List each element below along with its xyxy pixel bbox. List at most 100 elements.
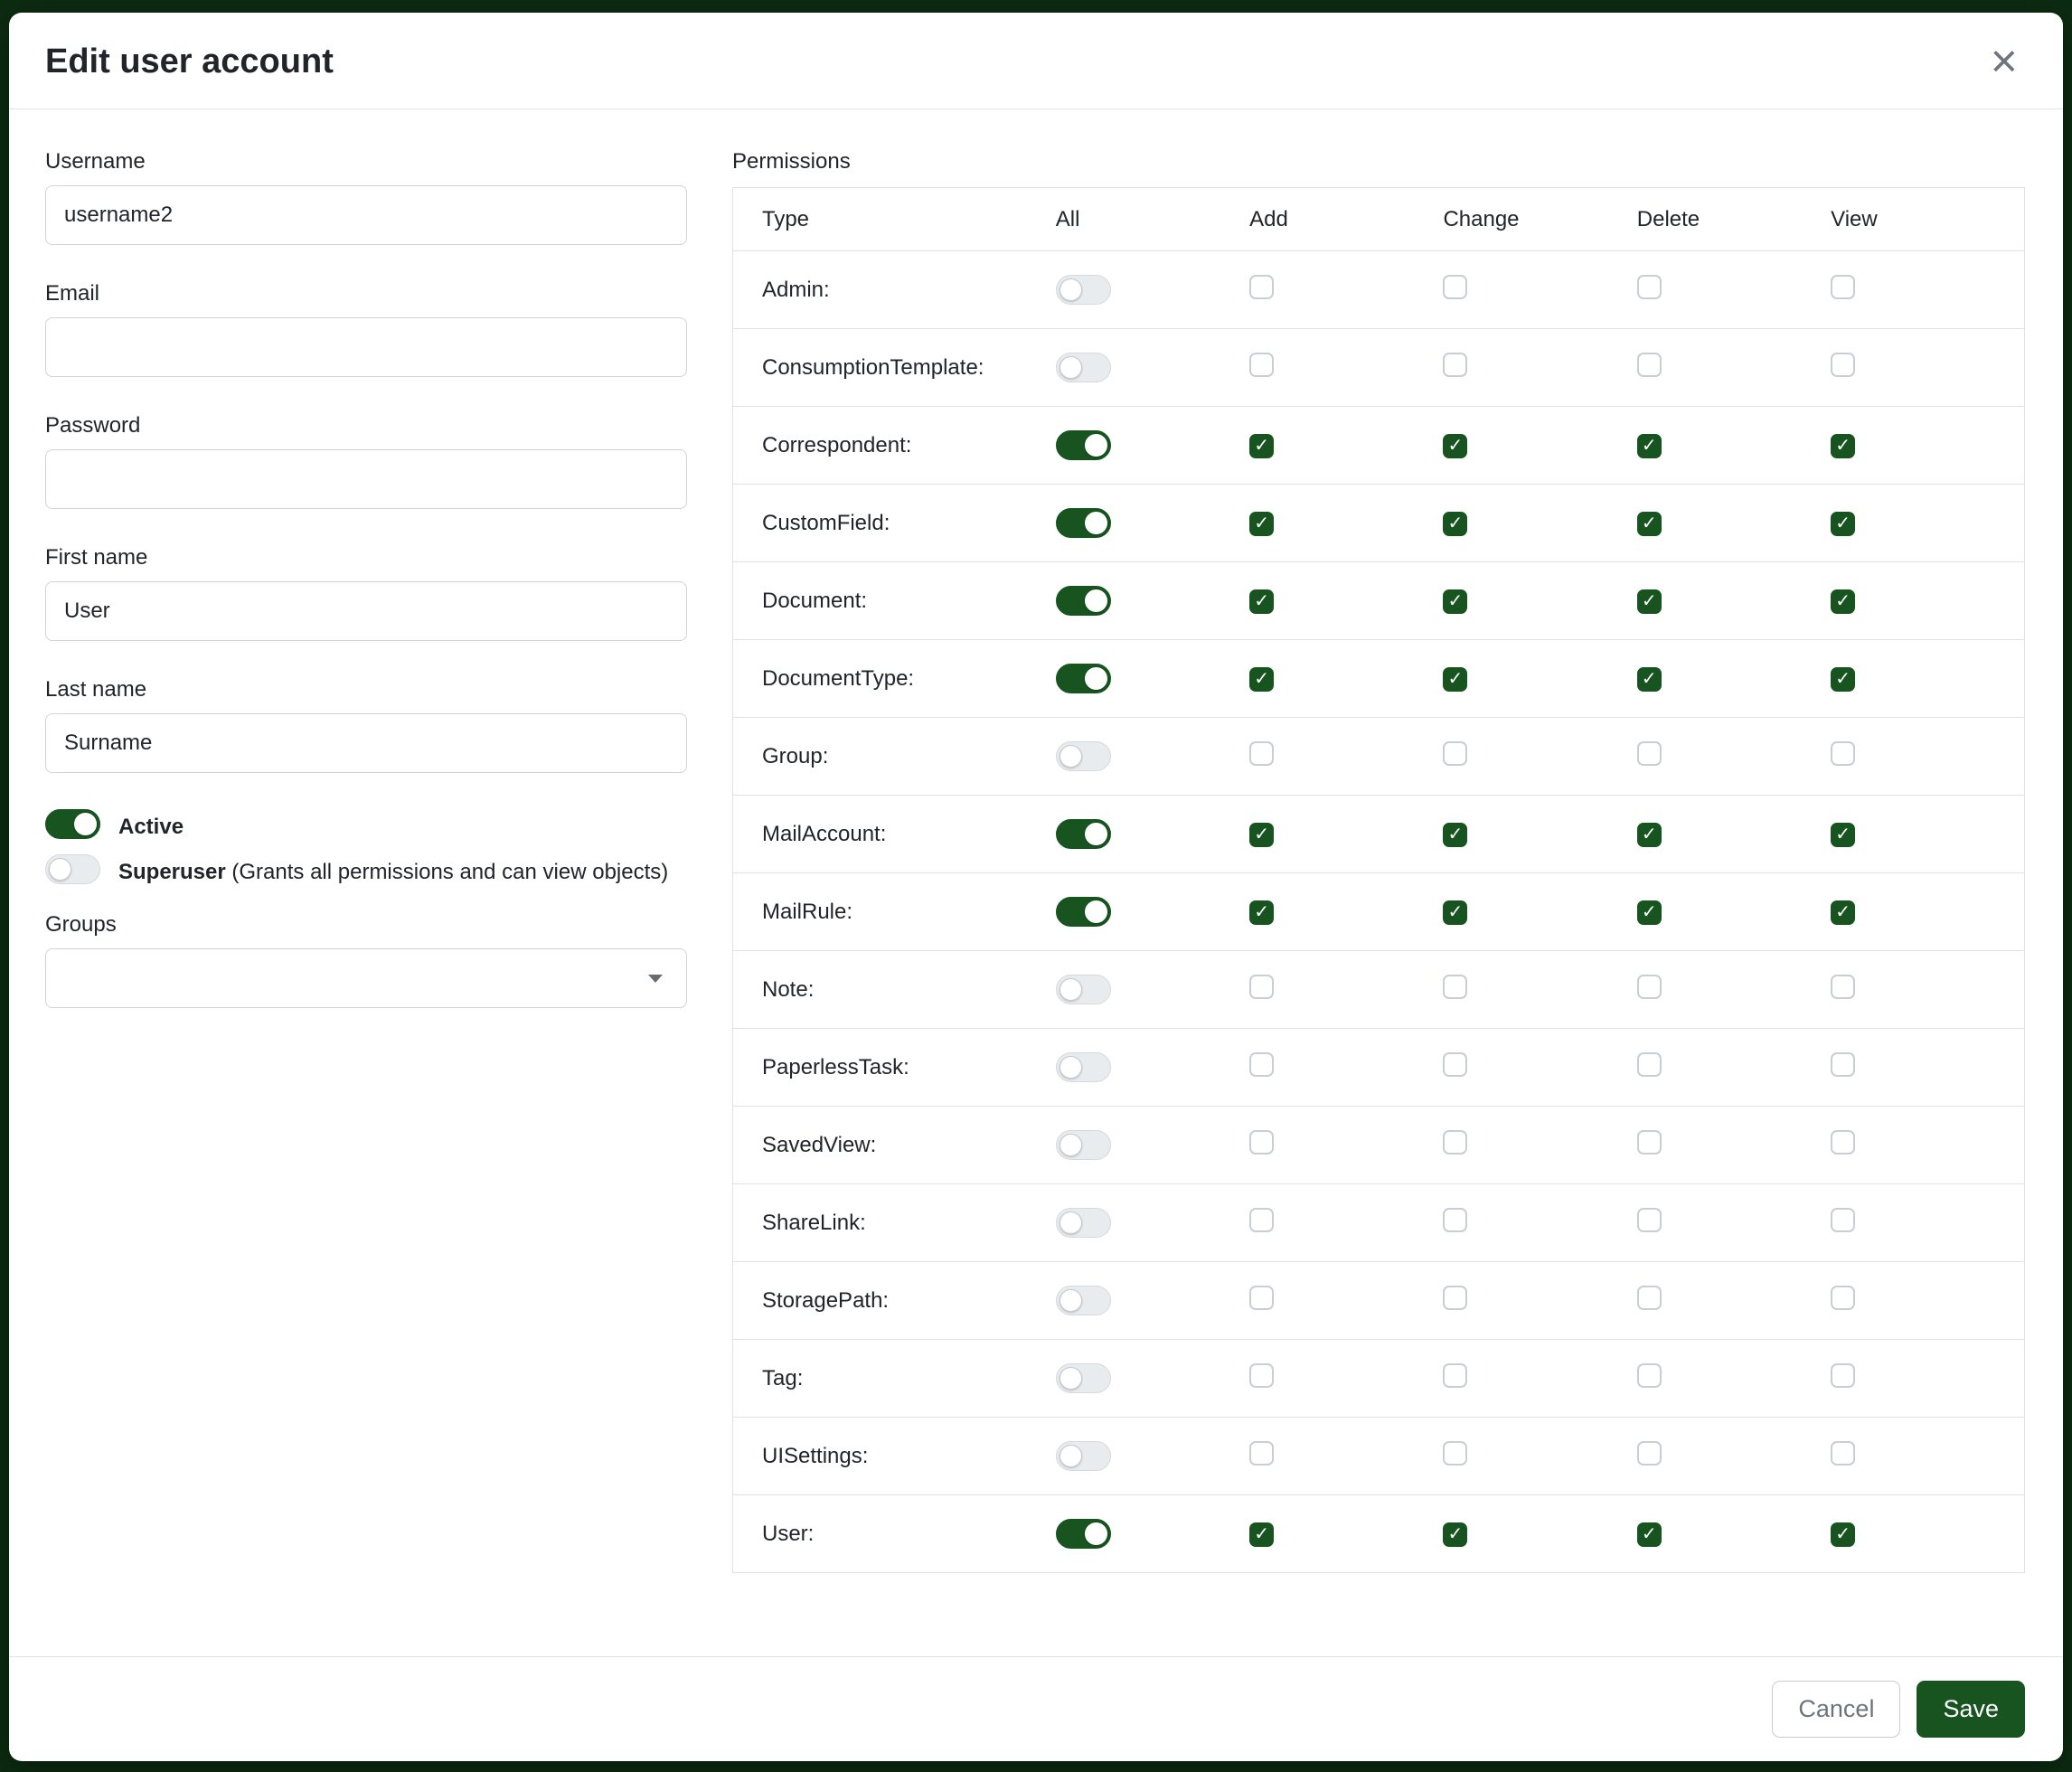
perm-delete-checkbox-consumptiontemplate[interactable] bbox=[1637, 353, 1662, 377]
perm-add-checkbox-admin[interactable] bbox=[1249, 275, 1274, 299]
perm-change-checkbox-admin[interactable] bbox=[1443, 275, 1467, 299]
username-input[interactable] bbox=[45, 185, 687, 245]
perm-col-view: View bbox=[1831, 188, 2024, 251]
perm-change-checkbox-sharelink[interactable] bbox=[1443, 1208, 1467, 1232]
last-name-input[interactable] bbox=[45, 713, 687, 773]
perm-add-checkbox-consumptiontemplate[interactable] bbox=[1249, 353, 1274, 377]
perm-add-checkbox-group[interactable] bbox=[1249, 741, 1274, 766]
perm-all-toggle-sharelink[interactable] bbox=[1056, 1208, 1111, 1238]
perm-view-checkbox-uisettings[interactable] bbox=[1831, 1441, 1855, 1466]
perm-view-checkbox-document[interactable]: ✓ bbox=[1831, 589, 1855, 614]
perm-view-checkbox-user[interactable]: ✓ bbox=[1831, 1522, 1855, 1547]
perm-view-checkbox-savedview[interactable] bbox=[1831, 1130, 1855, 1155]
perm-delete-checkbox-tag[interactable] bbox=[1637, 1363, 1662, 1388]
perm-change-checkbox-storagepath[interactable] bbox=[1443, 1286, 1467, 1310]
perm-delete-checkbox-mailrule[interactable]: ✓ bbox=[1637, 900, 1662, 925]
perm-delete-checkbox-paperlesstask[interactable] bbox=[1637, 1052, 1662, 1077]
perm-add-checkbox-sharelink[interactable] bbox=[1249, 1208, 1274, 1232]
perm-all-toggle-mailrule[interactable] bbox=[1056, 897, 1111, 927]
perm-change-checkbox-savedview[interactable] bbox=[1443, 1130, 1467, 1155]
perm-all-toggle-customfield[interactable] bbox=[1056, 508, 1111, 538]
close-icon[interactable]: × bbox=[1985, 38, 2023, 85]
perm-change-checkbox-customfield[interactable]: ✓ bbox=[1443, 512, 1467, 536]
perm-delete-checkbox-uisettings[interactable] bbox=[1637, 1441, 1662, 1466]
toggle-knob bbox=[1060, 978, 1082, 1001]
perm-change-checkbox-consumptiontemplate[interactable] bbox=[1443, 353, 1467, 377]
perm-all-toggle-document[interactable] bbox=[1056, 586, 1111, 616]
perm-delete-checkbox-storagepath[interactable] bbox=[1637, 1286, 1662, 1310]
perm-change-checkbox-uisettings[interactable] bbox=[1443, 1441, 1467, 1466]
password-input[interactable] bbox=[45, 449, 687, 509]
perm-view-checkbox-mailrule[interactable]: ✓ bbox=[1831, 900, 1855, 925]
groups-select[interactable] bbox=[45, 948, 687, 1008]
perm-all-toggle-uisettings[interactable] bbox=[1056, 1441, 1111, 1471]
perm-delete-checkbox-document[interactable]: ✓ bbox=[1637, 589, 1662, 614]
perm-delete-checkbox-mailaccount[interactable]: ✓ bbox=[1637, 823, 1662, 847]
perm-delete-checkbox-correspondent[interactable]: ✓ bbox=[1637, 434, 1662, 458]
perm-add-checkbox-customfield[interactable]: ✓ bbox=[1249, 512, 1274, 536]
perm-add-checkbox-document[interactable]: ✓ bbox=[1249, 589, 1274, 614]
perm-delete-checkbox-user[interactable]: ✓ bbox=[1637, 1522, 1662, 1547]
perm-add-checkbox-mailrule[interactable]: ✓ bbox=[1249, 900, 1274, 925]
perm-change-checkbox-document[interactable]: ✓ bbox=[1443, 589, 1467, 614]
first-name-input[interactable] bbox=[45, 581, 687, 641]
perm-add-checkbox-note[interactable] bbox=[1249, 975, 1274, 999]
perm-all-toggle-savedview[interactable] bbox=[1056, 1130, 1111, 1160]
perm-add-checkbox-documenttype[interactable]: ✓ bbox=[1249, 667, 1274, 692]
perm-change-checkbox-group[interactable] bbox=[1443, 741, 1467, 766]
perm-all-toggle-tag[interactable] bbox=[1056, 1363, 1111, 1393]
perm-row-note: Note: bbox=[733, 951, 2025, 1029]
perm-delete-checkbox-customfield[interactable]: ✓ bbox=[1637, 512, 1662, 536]
perm-all-toggle-group[interactable] bbox=[1056, 741, 1111, 771]
perm-all-toggle-documenttype[interactable] bbox=[1056, 664, 1111, 693]
perm-all-toggle-note[interactable] bbox=[1056, 975, 1111, 1004]
perm-view-checkbox-tag[interactable] bbox=[1831, 1363, 1855, 1388]
perm-change-checkbox-mailaccount[interactable]: ✓ bbox=[1443, 823, 1467, 847]
perm-view-checkbox-admin[interactable] bbox=[1831, 275, 1855, 299]
perm-all-toggle-admin[interactable] bbox=[1056, 275, 1111, 305]
perm-change-checkbox-mailrule[interactable]: ✓ bbox=[1443, 900, 1467, 925]
perm-delete-checkbox-savedview[interactable] bbox=[1637, 1130, 1662, 1155]
perm-view-checkbox-paperlesstask[interactable] bbox=[1831, 1052, 1855, 1077]
perm-view-checkbox-customfield[interactable]: ✓ bbox=[1831, 512, 1855, 536]
perm-change-checkbox-paperlesstask[interactable] bbox=[1443, 1052, 1467, 1077]
perm-all-toggle-consumptiontemplate[interactable] bbox=[1056, 353, 1111, 382]
perm-all-toggle-correspondent[interactable] bbox=[1056, 430, 1111, 460]
perm-view-checkbox-group[interactable] bbox=[1831, 741, 1855, 766]
perm-view-checkbox-sharelink[interactable] bbox=[1831, 1208, 1855, 1232]
perm-view-checkbox-correspondent[interactable]: ✓ bbox=[1831, 434, 1855, 458]
perm-change-checkbox-tag[interactable] bbox=[1443, 1363, 1467, 1388]
perm-change-checkbox-correspondent[interactable]: ✓ bbox=[1443, 434, 1467, 458]
perm-delete-checkbox-documenttype[interactable]: ✓ bbox=[1637, 667, 1662, 692]
perm-type-label: UISettings: bbox=[733, 1418, 1056, 1495]
email-input[interactable] bbox=[45, 317, 687, 377]
perm-view-checkbox-note[interactable] bbox=[1831, 975, 1855, 999]
perm-view-checkbox-storagepath[interactable] bbox=[1831, 1286, 1855, 1310]
perm-view-checkbox-documenttype[interactable]: ✓ bbox=[1831, 667, 1855, 692]
save-button[interactable]: Save bbox=[1917, 1681, 2025, 1738]
cancel-button[interactable]: Cancel bbox=[1772, 1681, 1900, 1738]
perm-view-checkbox-mailaccount[interactable]: ✓ bbox=[1831, 823, 1855, 847]
superuser-toggle[interactable] bbox=[45, 854, 100, 884]
perm-all-toggle-paperlesstask[interactable] bbox=[1056, 1052, 1111, 1082]
perm-change-checkbox-user[interactable]: ✓ bbox=[1443, 1522, 1467, 1547]
perm-add-checkbox-savedview[interactable] bbox=[1249, 1130, 1274, 1155]
active-toggle[interactable] bbox=[45, 809, 100, 839]
perm-change-checkbox-note[interactable] bbox=[1443, 975, 1467, 999]
perm-view-checkbox-consumptiontemplate[interactable] bbox=[1831, 353, 1855, 377]
perm-all-toggle-storagepath[interactable] bbox=[1056, 1286, 1111, 1315]
perm-change-checkbox-documenttype[interactable]: ✓ bbox=[1443, 667, 1467, 692]
perm-add-checkbox-storagepath[interactable] bbox=[1249, 1286, 1274, 1310]
perm-add-checkbox-tag[interactable] bbox=[1249, 1363, 1274, 1388]
perm-add-checkbox-correspondent[interactable]: ✓ bbox=[1249, 434, 1274, 458]
perm-delete-checkbox-note[interactable] bbox=[1637, 975, 1662, 999]
perm-add-checkbox-uisettings[interactable] bbox=[1249, 1441, 1274, 1466]
perm-all-toggle-mailaccount[interactable] bbox=[1056, 819, 1111, 849]
perm-delete-checkbox-sharelink[interactable] bbox=[1637, 1208, 1662, 1232]
perm-add-checkbox-user[interactable]: ✓ bbox=[1249, 1522, 1274, 1547]
perm-delete-checkbox-group[interactable] bbox=[1637, 741, 1662, 766]
perm-add-checkbox-paperlesstask[interactable] bbox=[1249, 1052, 1274, 1077]
perm-all-toggle-user[interactable] bbox=[1056, 1519, 1111, 1549]
perm-delete-checkbox-admin[interactable] bbox=[1637, 275, 1662, 299]
perm-add-checkbox-mailaccount[interactable]: ✓ bbox=[1249, 823, 1274, 847]
